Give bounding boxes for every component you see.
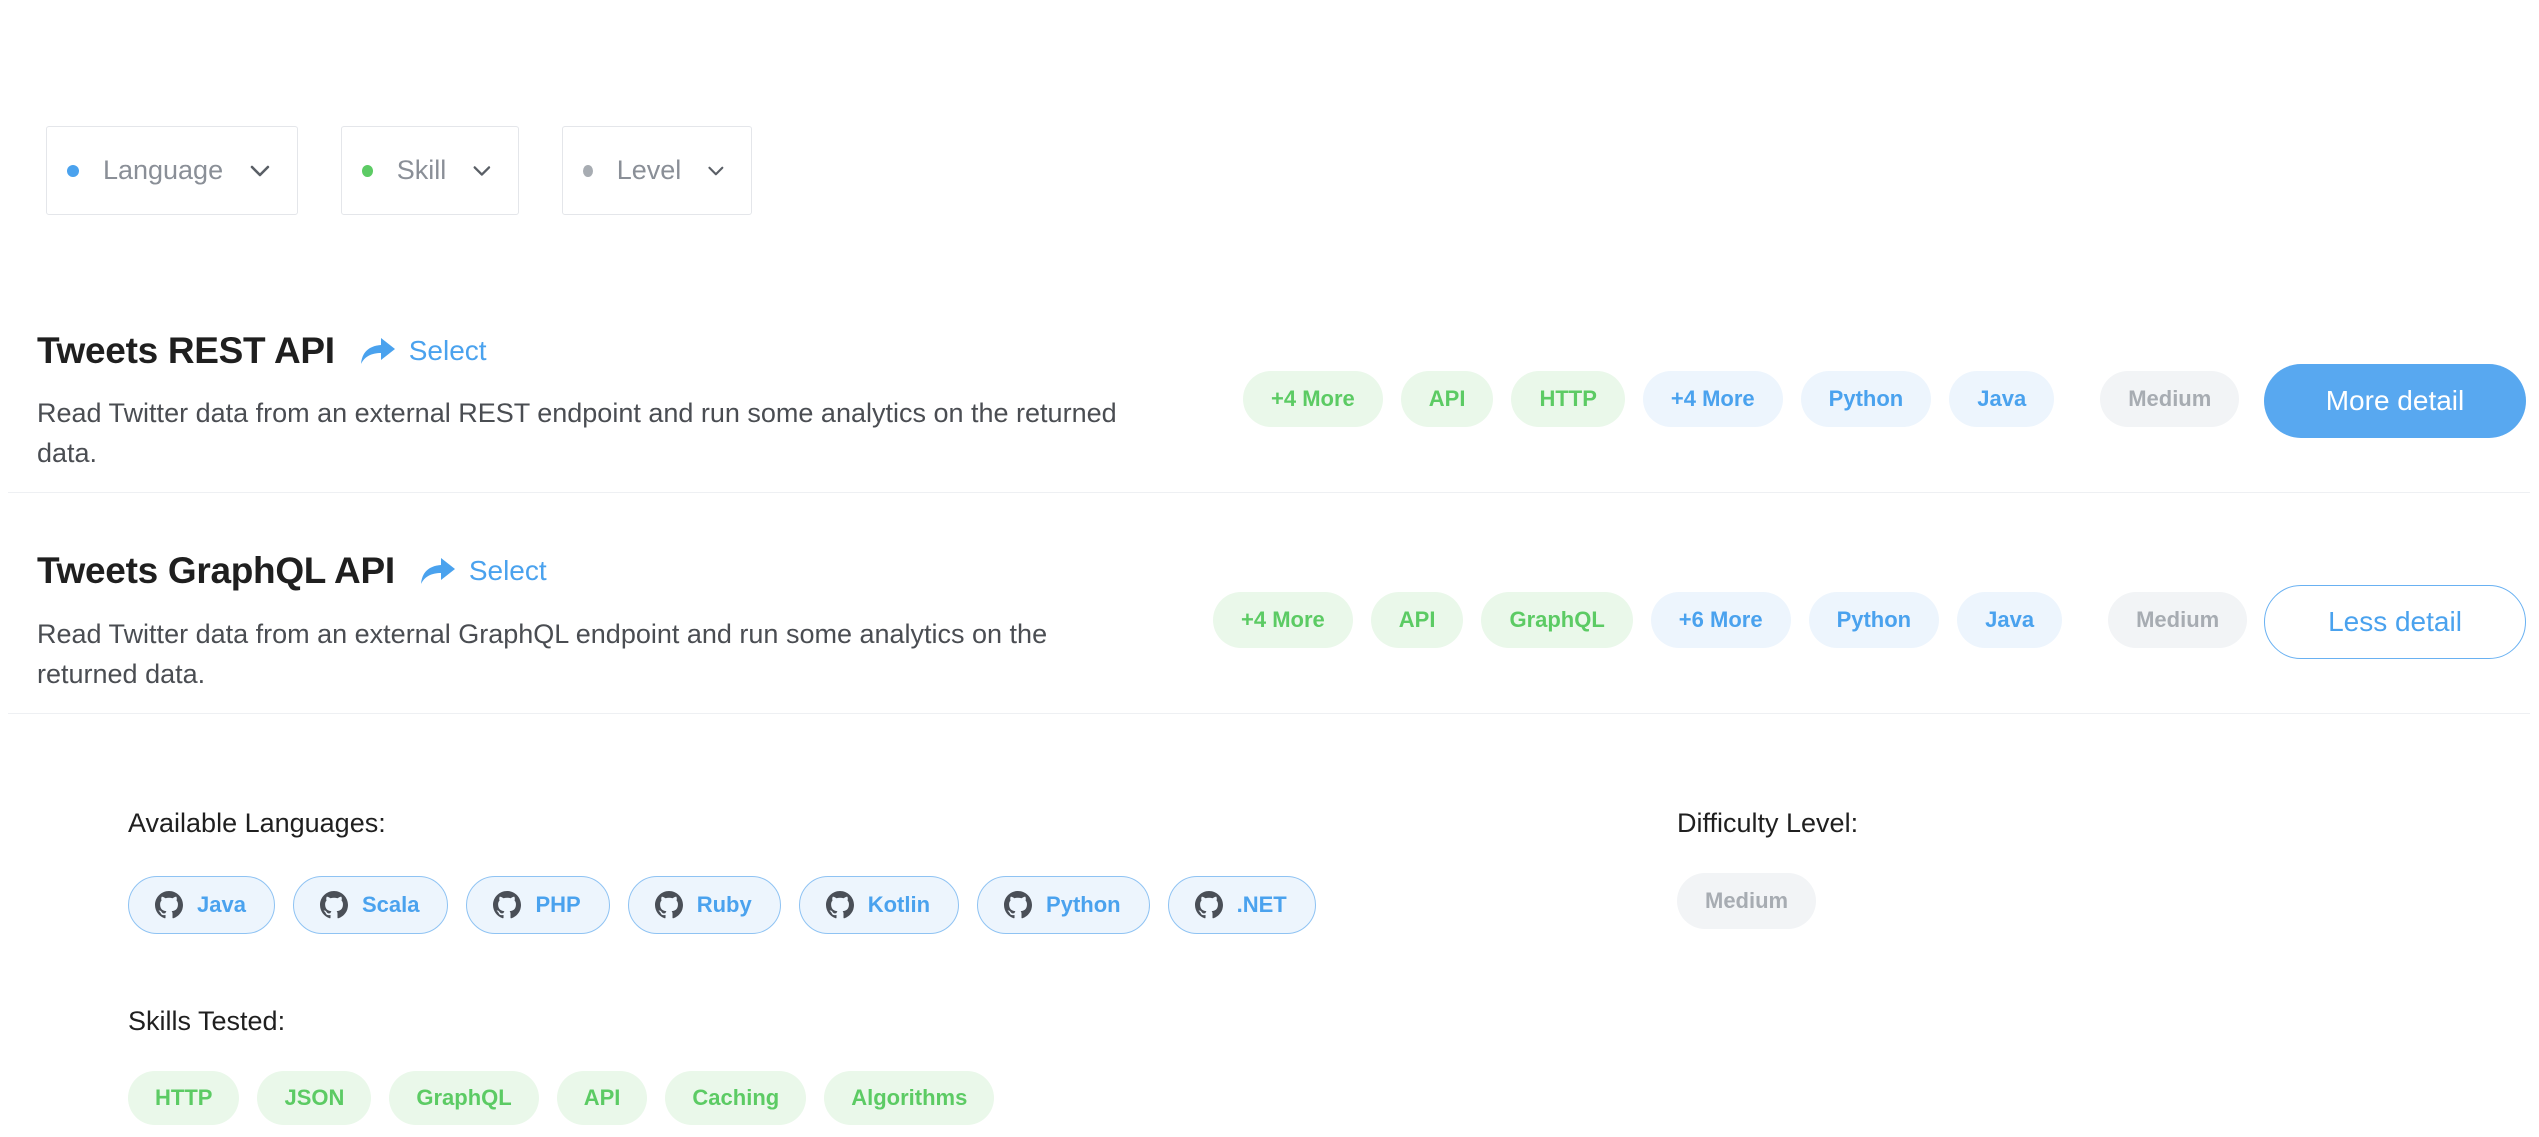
level-badge: Medium bbox=[2108, 592, 2248, 648]
language-pill-label: Java bbox=[197, 892, 246, 917]
skill-more-tag: +4 More bbox=[1213, 592, 1353, 648]
github-icon bbox=[1004, 891, 1033, 919]
skills-list: HTTP JSON GraphQL API Caching Algorithms bbox=[128, 1071, 1012, 1125]
select-label: Select bbox=[468, 555, 547, 586]
language-list: Java Scala PHP Ruby Kotlin Python .NET bbox=[128, 876, 1334, 934]
language-dot-icon bbox=[67, 164, 79, 177]
skill-pill: Algorithms bbox=[824, 1071, 995, 1125]
language-tag: Java bbox=[1949, 371, 2055, 427]
skill-pill: API bbox=[556, 1071, 648, 1125]
challenge-row: Tweets REST API Select Read Twitter data… bbox=[8, 272, 2530, 493]
level-filter-label: Level bbox=[616, 155, 682, 185]
chevron-down-icon bbox=[250, 165, 270, 176]
share-arrow-icon bbox=[360, 338, 395, 364]
skill-pill: HTTP bbox=[128, 1071, 240, 1125]
language-pill-php[interactable]: PHP bbox=[466, 876, 610, 934]
language-tag: Python bbox=[1808, 592, 1940, 648]
skills-tested-label: Skills Tested: bbox=[128, 1006, 286, 1036]
challenge-row: Tweets GraphQL API Select Read Twitter d… bbox=[8, 493, 2530, 714]
language-pill-dotnet[interactable]: .NET bbox=[1167, 876, 1316, 934]
skill-pill: Caching bbox=[665, 1071, 807, 1125]
language-pill-label: Python bbox=[1046, 892, 1121, 917]
difficulty-badge: Medium bbox=[1677, 873, 1817, 929]
language-tag: Python bbox=[1800, 371, 1932, 427]
github-icon bbox=[1194, 891, 1223, 919]
language-pill-kotlin[interactable]: Kotlin bbox=[798, 876, 960, 934]
challenge-title-line: Tweets GraphQL API Select bbox=[37, 550, 547, 592]
language-pill-ruby[interactable]: Ruby bbox=[627, 876, 781, 934]
github-icon bbox=[825, 891, 854, 919]
language-pill-label: Kotlin bbox=[867, 892, 931, 917]
available-languages-label: Available Languages: bbox=[128, 808, 386, 838]
select-link[interactable]: Select bbox=[359, 335, 487, 367]
tag-list: +4 More API GraphQL +6 More Python Java … bbox=[1213, 592, 2265, 648]
challenge-title-line: Tweets REST API Select bbox=[37, 330, 487, 372]
challenge-title: Tweets GraphQL API bbox=[37, 550, 395, 591]
chevron-down-icon bbox=[708, 166, 724, 175]
share-arrow-icon bbox=[420, 558, 455, 584]
language-pill-label: PHP bbox=[535, 892, 581, 917]
language-pill-label: .NET bbox=[1236, 892, 1287, 917]
skill-more-tag: +4 More bbox=[1243, 371, 1383, 427]
language-more-tag: +6 More bbox=[1650, 592, 1791, 648]
level-badge: Medium bbox=[2100, 371, 2240, 427]
level-dot-icon bbox=[583, 164, 593, 177]
skill-filter-dropdown[interactable]: Skill bbox=[341, 126, 519, 215]
select-link[interactable]: Select bbox=[419, 555, 547, 587]
language-pill-label: Ruby bbox=[696, 892, 752, 917]
challenge-title: Tweets REST API bbox=[37, 330, 335, 371]
skill-pill: GraphQL bbox=[389, 1071, 539, 1125]
skill-tag: HTTP bbox=[1511, 371, 1625, 427]
skill-pill: JSON bbox=[257, 1071, 372, 1125]
github-icon bbox=[319, 891, 348, 919]
language-more-tag: +4 More bbox=[1642, 371, 1783, 427]
github-icon bbox=[493, 891, 522, 919]
level-filter-dropdown[interactable]: Level bbox=[562, 126, 752, 215]
language-filter-label: Language bbox=[102, 155, 224, 185]
skill-filter-label: Skill bbox=[396, 155, 447, 185]
language-tag: Java bbox=[1957, 592, 2063, 648]
skill-tag: API bbox=[1370, 592, 1464, 648]
tag-list: +4 More API HTTP +4 More Python Java Med… bbox=[1243, 371, 2257, 427]
github-icon bbox=[654, 891, 683, 919]
skill-dot-icon bbox=[362, 164, 373, 177]
difficulty-level-label: Difficulty Level: bbox=[1677, 808, 1859, 838]
language-pill-scala[interactable]: Scala bbox=[292, 876, 449, 934]
skill-tag: GraphQL bbox=[1481, 592, 1633, 648]
language-pill-label: Scala bbox=[361, 892, 420, 917]
more-detail-button[interactable]: More detail bbox=[2264, 364, 2526, 438]
language-pill-java[interactable]: Java bbox=[128, 876, 275, 934]
select-label: Select bbox=[408, 335, 487, 366]
less-detail-button[interactable]: Less detail bbox=[2264, 585, 2526, 659]
filter-bar: Language Skill Level bbox=[46, 126, 752, 215]
language-pill-python[interactable]: Python bbox=[977, 876, 1150, 934]
challenge-description: Read Twitter data from an external Graph… bbox=[37, 619, 1048, 689]
challenge-browser: Language Skill Level Tweets REST API Sel… bbox=[0, 0, 2539, 1137]
challenge-description: Read Twitter data from an external REST … bbox=[37, 398, 1117, 468]
chevron-down-icon bbox=[473, 165, 491, 176]
language-filter-dropdown[interactable]: Language bbox=[46, 126, 298, 215]
github-icon bbox=[155, 891, 183, 919]
skill-tag: API bbox=[1400, 371, 1494, 427]
